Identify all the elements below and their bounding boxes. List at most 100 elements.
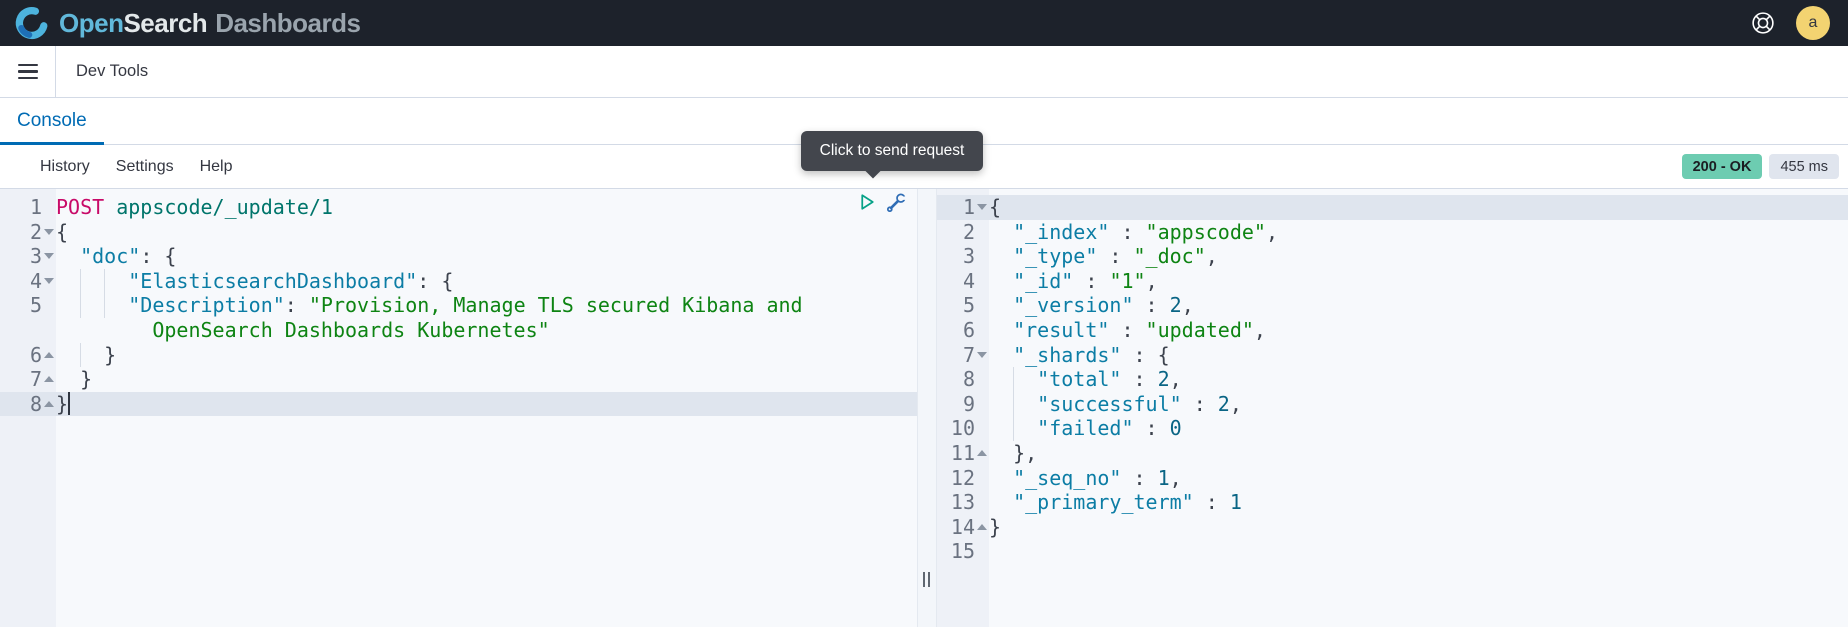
tab-console-label: Console bbox=[17, 110, 87, 132]
code-token: , bbox=[1170, 367, 1182, 391]
code-text: "Description": "Provision, Manage TLS se… bbox=[56, 293, 917, 318]
code-line[interactable]: 6 "result" : "updated", bbox=[937, 318, 1848, 343]
code-text: "_shards" : { bbox=[989, 343, 1848, 368]
code-token bbox=[989, 490, 1013, 514]
code-line[interactable]: 5 "_version" : 2, bbox=[937, 293, 1848, 318]
response-editor[interactable]: 1{2 "_index" : "appscode",3 "_type" : "_… bbox=[936, 189, 1848, 627]
code-line[interactable]: 7 "_shards" : { bbox=[937, 343, 1848, 368]
code-line[interactable]: 3 "doc": { bbox=[0, 244, 917, 269]
menu-item-settings[interactable]: Settings bbox=[116, 158, 174, 176]
code-token: } bbox=[989, 515, 1001, 539]
fold-slot bbox=[975, 490, 989, 515]
code-token: } bbox=[80, 367, 92, 391]
code-line[interactable]: 8} bbox=[0, 392, 917, 417]
line-number: 4 bbox=[0, 269, 56, 294]
opensearch-logo-icon bbox=[14, 5, 50, 41]
code-token: 0 bbox=[1170, 416, 1182, 440]
code-token: }, bbox=[1013, 441, 1037, 465]
fold-slot bbox=[975, 441, 989, 466]
menu-item-help[interactable]: Help bbox=[200, 158, 233, 176]
code-line[interactable]: 9 "successful" : 2, bbox=[937, 392, 1848, 417]
code-line[interactable]: 10 "failed" : 0 bbox=[937, 416, 1848, 441]
code-line[interactable]: 4 "_id" : "1", bbox=[937, 269, 1848, 294]
fold-down-icon[interactable] bbox=[44, 229, 54, 235]
indent-guide bbox=[80, 269, 81, 294]
request-editor[interactable]: 1POST appscode/_update/12{3 "doc": {4 "E… bbox=[0, 189, 918, 627]
code-token bbox=[989, 441, 1013, 465]
code-line[interactable]: 15 bbox=[937, 539, 1848, 564]
help-menu-button[interactable] bbox=[1750, 10, 1776, 36]
fold-down-icon[interactable] bbox=[977, 204, 987, 210]
response-time-badge: 455 ms bbox=[1769, 154, 1839, 179]
code-token: "_version" bbox=[1013, 293, 1133, 317]
line-number: 12 bbox=[937, 466, 989, 491]
code-text bbox=[989, 539, 1848, 564]
fold-up-icon[interactable] bbox=[977, 524, 987, 530]
line-number-text: 6 bbox=[963, 318, 975, 343]
code-line[interactable]: 1POST appscode/_update/1 bbox=[0, 195, 917, 220]
code-token bbox=[989, 343, 1013, 367]
fold-slot bbox=[975, 343, 989, 368]
code-line[interactable]: 12 "_seq_no" : 1, bbox=[937, 466, 1848, 491]
code-token: } bbox=[56, 392, 68, 416]
code-token: : bbox=[1109, 220, 1145, 244]
send-request-button[interactable] bbox=[856, 191, 878, 213]
fold-slot bbox=[42, 367, 56, 392]
fold-up-icon[interactable] bbox=[44, 401, 54, 407]
code-token: : bbox=[1097, 244, 1133, 268]
hamburger-icon bbox=[18, 64, 38, 80]
fold-down-icon[interactable] bbox=[44, 278, 54, 284]
user-avatar[interactable]: a bbox=[1796, 6, 1830, 40]
line-number-text: 4 bbox=[30, 269, 42, 294]
line-number: 5 bbox=[0, 293, 56, 318]
code-line[interactable]: 8 "total" : 2, bbox=[937, 367, 1848, 392]
panel-resize-handle[interactable] bbox=[918, 189, 936, 627]
code-token: : bbox=[1134, 416, 1170, 440]
code-token: "successful" bbox=[1037, 392, 1182, 416]
code-token: 1 bbox=[1158, 466, 1170, 490]
code-text: } bbox=[56, 367, 917, 392]
fold-up-icon[interactable] bbox=[44, 352, 54, 358]
code-token: 2 bbox=[1158, 367, 1170, 391]
code-token: "1" bbox=[1109, 269, 1145, 293]
fold-up-icon[interactable] bbox=[44, 376, 54, 382]
fold-down-icon[interactable] bbox=[977, 352, 987, 358]
code-line[interactable]: 2{ bbox=[0, 220, 917, 245]
line-number: 13 bbox=[937, 490, 989, 515]
line-number: 5 bbox=[937, 293, 989, 318]
tab-console[interactable]: Console bbox=[0, 98, 104, 144]
code-line[interactable]: 11 }, bbox=[937, 441, 1848, 466]
code-line[interactable]: 1{ bbox=[937, 195, 1848, 220]
line-number-text: 8 bbox=[30, 392, 42, 417]
opensearch-logo[interactable]: OpenSearchDashboards bbox=[14, 5, 360, 41]
code-token bbox=[989, 466, 1013, 490]
line-number-text: 14 bbox=[951, 515, 975, 540]
line-number: 10 bbox=[937, 416, 989, 441]
code-token: 2 bbox=[1170, 293, 1182, 317]
code-text: }, bbox=[989, 441, 1848, 466]
code-line[interactable]: 5 "Description": "Provision, Manage TLS … bbox=[0, 293, 917, 318]
code-line[interactable]: 4 "ElasticsearchDashboard": { bbox=[0, 269, 917, 294]
code-token: OpenSearch Dashboards Kubernetes" bbox=[152, 318, 549, 342]
wordmark: OpenSearchDashboards bbox=[59, 8, 360, 39]
menu-item-history[interactable]: History bbox=[40, 158, 90, 176]
fold-down-icon[interactable] bbox=[44, 253, 54, 259]
code-line[interactable]: 2 "_index" : "appscode", bbox=[937, 220, 1848, 245]
fold-up-icon[interactable] bbox=[977, 450, 987, 456]
wordmark-suffix: Dashboards bbox=[215, 8, 360, 38]
line-number-text: 10 bbox=[951, 416, 975, 441]
code-line[interactable]: 14} bbox=[937, 515, 1848, 540]
navigation-menu-button[interactable] bbox=[0, 46, 55, 97]
fold-slot bbox=[975, 539, 989, 564]
code-line[interactable]: 7 } bbox=[0, 367, 917, 392]
code-token: "updated" bbox=[1146, 318, 1254, 342]
code-line[interactable]: 3 "_type" : "_doc", bbox=[937, 244, 1848, 269]
code-token: appscode/_update/1 bbox=[116, 195, 333, 219]
code-line[interactable]: 13 "_primary_term" : 1 bbox=[937, 490, 1848, 515]
fold-slot bbox=[975, 416, 989, 441]
line-number: 1 bbox=[0, 195, 56, 220]
request-options-button[interactable] bbox=[885, 191, 907, 213]
top-header: OpenSearchDashboards a bbox=[0, 0, 1848, 46]
code-line[interactable]: 6 } bbox=[0, 343, 917, 368]
code-line[interactable]: OpenSearch Dashboards Kubernetes" bbox=[0, 318, 917, 343]
